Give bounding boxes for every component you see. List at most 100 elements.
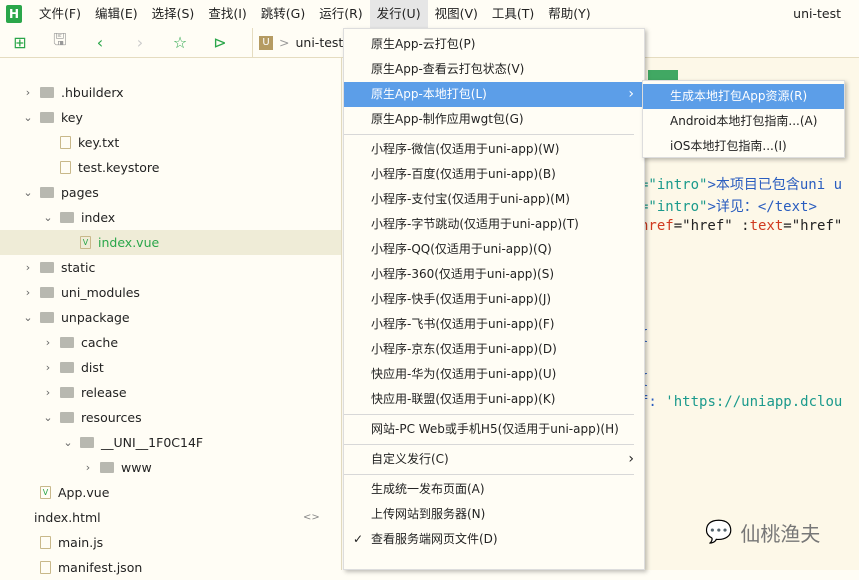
menu-item[interactable]: 查看服务端网页文件(D) ✓: [344, 527, 644, 552]
menu-item[interactable]: 原生App-云打包(P): [344, 32, 644, 57]
tree-item[interactable]: <> index.html: [0, 505, 341, 530]
menu-7[interactable]: 视图(V): [428, 0, 485, 28]
submenu-item[interactable]: Android本地打包指南...(A): [643, 109, 844, 134]
menu-item[interactable]: 上传网站到服务器(N): [344, 502, 644, 527]
menu-item-label: 快应用-联盟(仅适用于uni-app)(K): [371, 392, 556, 406]
tree-item[interactable]: key.txt: [0, 130, 341, 155]
file-icon: [40, 536, 51, 549]
breadcrumb: U > uni-test: [252, 27, 343, 58]
tree-item-label: App.vue: [58, 485, 110, 500]
tree-item[interactable]: ⌄ __UNI__1F0C14F: [0, 430, 341, 455]
menu-item-label: 小程序-百度(仅适用于uni-app)(B): [371, 167, 556, 181]
tree-item[interactable]: › uni_modules: [0, 280, 341, 305]
menu-item[interactable]: 快应用-华为(仅适用于uni-app)(U): [344, 362, 644, 387]
chevron-down-icon: ⌄: [63, 436, 73, 449]
menu-0[interactable]: 文件(F): [32, 0, 88, 28]
tree-item[interactable]: V App.vue: [0, 480, 341, 505]
tree-item-label: key.txt: [78, 135, 120, 150]
menu-separator: [344, 414, 634, 415]
save-icon[interactable]: 🖫: [40, 29, 80, 56]
tree-item[interactable]: test.keystore: [0, 155, 341, 180]
tree-item-label: __UNI__1F0C14F: [101, 435, 204, 450]
file-icon: [40, 561, 51, 574]
menu-3[interactable]: 查找(I): [201, 0, 253, 28]
tree-item[interactable]: Vindex.vue: [0, 230, 341, 255]
tree-item[interactable]: › cache: [0, 330, 341, 355]
tree-item[interactable]: › static: [0, 255, 341, 280]
tree-item-label: static: [61, 260, 96, 275]
menu-item[interactable]: 小程序-QQ(仅适用于uni-app)(Q): [344, 237, 644, 262]
tree-item-label: www: [121, 460, 152, 475]
file-icon: [60, 161, 71, 174]
menu-item[interactable]: 快应用-联盟(仅适用于uni-app)(K): [344, 387, 644, 412]
back-icon[interactable]: ‹: [80, 33, 120, 52]
menu-item-label: 生成统一发布页面(A): [371, 482, 485, 496]
checkmark-icon: ✓: [353, 532, 364, 546]
breadcrumb-project[interactable]: uni-test: [295, 35, 343, 50]
menu-item[interactable]: 生成统一发布页面(A): [344, 477, 644, 502]
folder-icon: [40, 112, 54, 123]
tree-item[interactable]: ⌄ resources: [0, 405, 341, 430]
menu-6[interactable]: 发行(U): [369, 0, 428, 28]
code-line: href="href" :text="href": [640, 218, 843, 234]
local-pack-submenu: 生成本地打包App资源(R) Android本地打包指南...(A) iOS本地打包…: [642, 80, 845, 158]
menu-item[interactable]: 小程序-微信(仅适用于uni-app)(W): [344, 137, 644, 162]
submenu-item[interactable]: iOS本地打包指南...(I): [643, 134, 844, 159]
tree-item-label: dist: [81, 360, 104, 375]
menu-item[interactable]: 小程序-飞书(仅适用于uni-app)(F): [344, 312, 644, 337]
chevron-right-icon: ›: [45, 386, 51, 399]
menu-item[interactable]: 小程序-字节跳动(仅适用于uni-app)(T): [344, 212, 644, 237]
folder-icon: [60, 387, 74, 398]
project-icon: U: [259, 35, 273, 50]
menu-item-label: 原生App-查看云打包状态(V): [371, 62, 525, 76]
publish-menu: 原生App-云打包(P) 原生App-查看云打包状态(V) 原生App-本地打包(L…: [343, 28, 645, 570]
menu-4[interactable]: 跳转(G): [254, 0, 312, 28]
menu-9[interactable]: 帮助(Y): [541, 0, 597, 28]
chevron-right-icon: ›: [25, 86, 31, 99]
code-line: ="intro">详见：</text>: [640, 199, 817, 215]
window-title: uni-test: [793, 6, 841, 21]
menu-item[interactable]: 小程序-京东(仅适用于uni-app)(D): [344, 337, 644, 362]
menu-item[interactable]: 小程序-百度(仅适用于uni-app)(B): [344, 162, 644, 187]
forward-icon[interactable]: ›: [120, 33, 160, 52]
menu-1[interactable]: 编辑(E): [88, 0, 145, 28]
menu-item[interactable]: 原生App-查看云打包状态(V): [344, 57, 644, 82]
tree-item[interactable]: ⌄ unpackage: [0, 305, 341, 330]
tree-item[interactable]: main.js: [0, 530, 341, 555]
menu-item-label: 快应用-华为(仅适用于uni-app)(U): [371, 367, 557, 381]
menu-5[interactable]: 运行(R): [312, 0, 369, 28]
tree-item[interactable]: manifest.json: [0, 555, 341, 580]
tree-item[interactable]: › release: [0, 380, 341, 405]
file-icon: [60, 136, 71, 149]
tree-item[interactable]: ⌄ index: [0, 205, 341, 230]
chevron-right-icon: ›: [628, 451, 634, 467]
menu-2[interactable]: 选择(S): [145, 0, 202, 28]
tree-item[interactable]: › dist: [0, 355, 341, 380]
menubar: H 文件(F) 编辑(E) 选择(S) 查找(I) 跳转(G) 运行(R) 发行(U) 视图(…: [0, 0, 859, 28]
tree-item[interactable]: ⌄ key: [0, 105, 341, 130]
tree-item[interactable]: ⌄ pages: [0, 180, 341, 205]
code-file-icon: <>: [303, 512, 320, 523]
new-file-icon[interactable]: ⊞: [0, 33, 40, 52]
menu-item-label: 小程序-360(仅适用于uni-app)(S): [371, 267, 555, 281]
submenu-item[interactable]: 生成本地打包App资源(R): [643, 84, 844, 109]
tree-item[interactable]: › www: [0, 455, 341, 480]
run-icon[interactable]: ⊳: [200, 33, 240, 52]
menu-item[interactable]: 自定义发行(C) ›: [344, 447, 644, 472]
menu-item[interactable]: 小程序-快手(仅适用于uni-app)(J): [344, 287, 644, 312]
menu-item[interactable]: 小程序-支付宝(仅适用于uni-app)(M): [344, 187, 644, 212]
tree-item-label: release: [81, 385, 127, 400]
menu-item[interactable]: 网站-PC Web或手机H5(仅适用于uni-app)(H): [344, 417, 644, 442]
menu-item[interactable]: 小程序-360(仅适用于uni-app)(S): [344, 262, 644, 287]
star-icon[interactable]: ☆: [160, 33, 200, 52]
watermark: 💬 仙桃渔夫: [705, 518, 820, 547]
menu-item[interactable]: 原生App-本地打包(L) ›: [344, 82, 644, 107]
code-line: ="intro">本项目已包含uni u: [640, 177, 843, 193]
chevron-down-icon: ⌄: [23, 311, 33, 324]
tree-item-label: main.js: [58, 535, 104, 550]
menu-item-label: 小程序-QQ(仅适用于uni-app)(Q): [371, 242, 552, 256]
menu-item[interactable]: 原生App-制作应用wgt包(G): [344, 107, 644, 132]
menu-8[interactable]: 工具(T): [485, 0, 541, 28]
chevron-right-icon: ›: [85, 461, 91, 474]
tree-item[interactable]: › .hbuilderx: [0, 80, 341, 105]
